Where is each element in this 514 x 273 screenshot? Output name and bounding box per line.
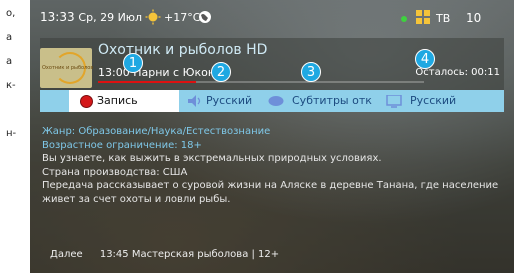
current-program: 13:00 Парни с Юкона bbox=[98, 66, 222, 79]
temperature: +17°C bbox=[164, 11, 201, 24]
callout-badge-1: 1 bbox=[123, 53, 143, 73]
weather-sun-icon bbox=[145, 9, 161, 25]
genre: Жанр: Образование/Наука/Естествознание bbox=[42, 126, 271, 137]
description-line: Передача рассказывает о суровой жизни на… bbox=[42, 180, 499, 205]
next-program: Далее 13:45 Мастерская рыболова | 12+ bbox=[50, 249, 279, 260]
strip-text: а bbox=[6, 56, 13, 67]
tv-label: ТВ bbox=[436, 12, 451, 25]
strip-text: а bbox=[6, 32, 13, 43]
strip-text: н- bbox=[6, 128, 17, 139]
callout-badge-2: 2 bbox=[211, 62, 231, 82]
strip-text: о, bbox=[6, 8, 16, 19]
callout-badge-3: 3 bbox=[301, 62, 321, 82]
program-description: Жанр: Образование/Наука/Естествознание В… bbox=[42, 125, 502, 206]
callout-badge-4: 4 bbox=[415, 49, 435, 69]
subtitles-button[interactable]: Субтитры отк bbox=[292, 94, 372, 107]
channel-name: Охотник и рыболов HD bbox=[98, 42, 268, 58]
country: Страна производства: США bbox=[42, 166, 188, 178]
age-rating: Возрастное ограничение: 18+ bbox=[42, 139, 202, 151]
record-button[interactable]: Запись bbox=[69, 90, 179, 112]
next-label: Далее bbox=[50, 249, 83, 260]
program-progress-bar bbox=[98, 81, 424, 83]
language-icon bbox=[386, 95, 402, 108]
audio-track-button[interactable]: Русский bbox=[206, 94, 252, 107]
channel-number: 10 bbox=[466, 11, 482, 25]
channel-info-panel: Охотник и рыболов Охотник и рыболов HD 1… bbox=[40, 38, 504, 90]
clock-date: 13:33 Ср, 29 Июл bbox=[40, 10, 143, 24]
action-bar: Запись Русский Субтитры отк Русский bbox=[40, 90, 504, 112]
language-button[interactable]: Русский bbox=[410, 94, 456, 107]
status-dot-icon bbox=[401, 16, 407, 22]
subtitles-icon bbox=[268, 96, 284, 106]
strip-text: к- bbox=[6, 80, 16, 91]
grid-icon bbox=[416, 10, 430, 24]
record-icon bbox=[80, 95, 93, 108]
record-label: Запись bbox=[97, 94, 138, 107]
status-bar: 13:33 Ср, 29 Июл +17°C ТВ 10 bbox=[30, 0, 514, 36]
left-text-strip: о, а а к- н- bbox=[0, 0, 30, 273]
channel-logo: Охотник и рыболов bbox=[40, 48, 93, 88]
time-remaining: Осталось: 00:11 bbox=[415, 67, 500, 78]
audio-icon bbox=[188, 95, 201, 107]
tv-screen: 13:33 Ср, 29 Июл +17°C ТВ 10 Охотник и р… bbox=[30, 0, 514, 273]
description-line: Вы узнаете, как выжить в экстремальных п… bbox=[42, 153, 382, 164]
globe-icon bbox=[199, 11, 211, 23]
next-program-title: 13:45 Мастерская рыболова | 12+ bbox=[99, 249, 280, 260]
